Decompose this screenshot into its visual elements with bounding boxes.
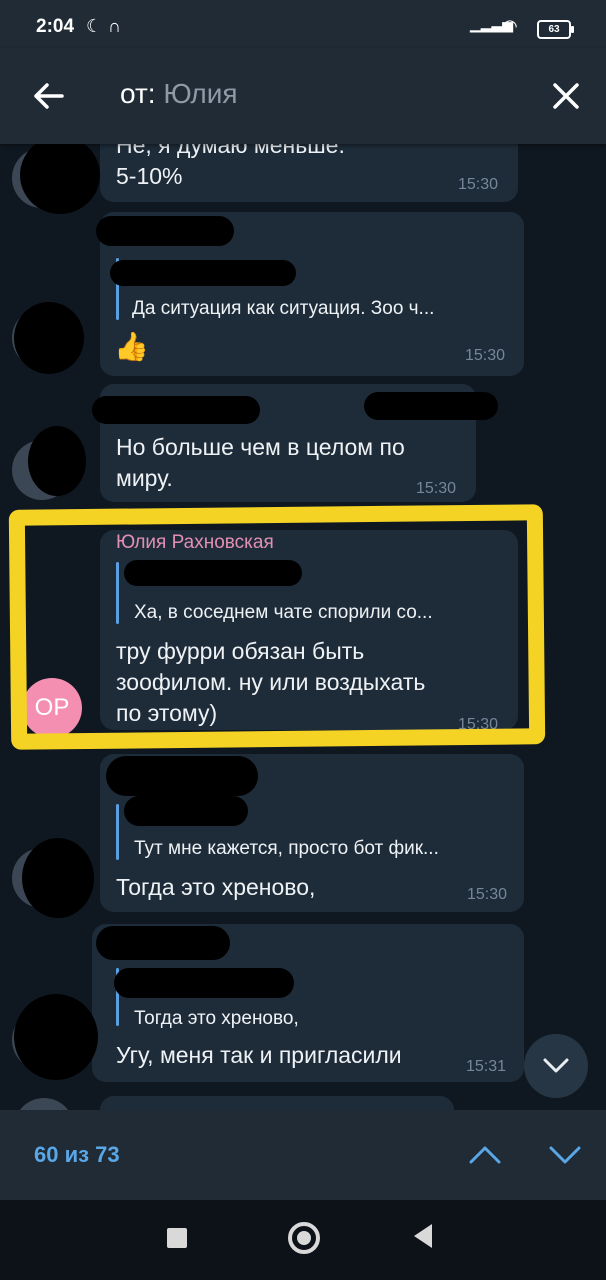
battery-icon: 63: [537, 20, 574, 39]
redaction-blot: [28, 426, 86, 496]
back-arrow-icon[interactable]: [28, 76, 68, 116]
redaction-blot: [14, 302, 84, 374]
message-text: Тогда это хреново,: [116, 874, 316, 900]
message-time: 15:30: [458, 176, 499, 193]
message-time: 15:30: [416, 480, 457, 497]
redaction-blot: [92, 396, 260, 424]
message-text: Но больше чем в целом по миру.: [116, 434, 405, 491]
close-icon[interactable]: [548, 78, 584, 114]
search-input[interactable]: от: Юлия: [120, 78, 238, 110]
search-results-bar: 60 из 73: [0, 1110, 606, 1200]
wifi-icon: ◠: [502, 16, 518, 36]
search-header: от: Юлия: [0, 48, 606, 144]
home-button[interactable]: [288, 1222, 320, 1254]
message-time: 15:30: [467, 886, 508, 903]
results-counter: 60 из 73: [34, 1142, 120, 1167]
next-result-button[interactable]: [548, 1140, 582, 1170]
redaction-blot: [106, 756, 258, 796]
message-text: Угу, меня так и пригласили: [116, 1042, 402, 1068]
redaction-blot: [364, 392, 498, 420]
reply-preview[interactable]: Тут мне кажется, просто бот фик...: [134, 838, 439, 860]
reply-preview[interactable]: Тогда это хреново,: [134, 1008, 299, 1030]
recent-apps-button[interactable]: [167, 1228, 187, 1248]
moon-icon: ☾: [86, 16, 103, 36]
redaction-blot: [124, 796, 248, 826]
redaction-blot: [114, 968, 294, 998]
redaction-blot: [22, 838, 94, 918]
status-bar: 2:04 ☾ ∩ ▁▂▃▅ ◠ 63: [0, 0, 606, 48]
headphones-icon: ∩: [108, 16, 121, 36]
search-prefix: от:: [120, 78, 156, 109]
reply-preview[interactable]: Да ситуация как ситуация. Зоо ч...: [132, 298, 434, 320]
avatar[interactable]: [14, 1098, 74, 1110]
message-bubble[interactable]: [100, 1096, 454, 1110]
redaction-blot: [96, 216, 234, 246]
redaction-blot: [20, 144, 100, 214]
redaction-blot: [110, 260, 296, 286]
message-text: Не, я думаю меньше. 5-10%: [116, 144, 345, 189]
system-navigation-bar: [0, 1200, 606, 1280]
reply-bar: [116, 804, 119, 860]
scroll-to-bottom-button[interactable]: [524, 1034, 588, 1098]
highlight-marker: [8, 504, 546, 750]
message-time: 15:30: [465, 347, 506, 364]
redaction-blot: [14, 994, 98, 1080]
message-time: 15:31: [466, 1058, 507, 1075]
previous-result-button[interactable]: [468, 1140, 502, 1170]
redaction-blot: [96, 926, 230, 960]
status-time: 2:04: [36, 16, 75, 37]
system-back-button[interactable]: [414, 1224, 432, 1248]
search-query: Юлия: [163, 78, 238, 109]
chat-list[interactable]: Не, я думаю меньше. 5-10% 15:30 Да ситуа…: [0, 144, 606, 1110]
thumbs-up-icon: 👍: [114, 331, 149, 362]
chevron-down-icon: [543, 1058, 569, 1073]
